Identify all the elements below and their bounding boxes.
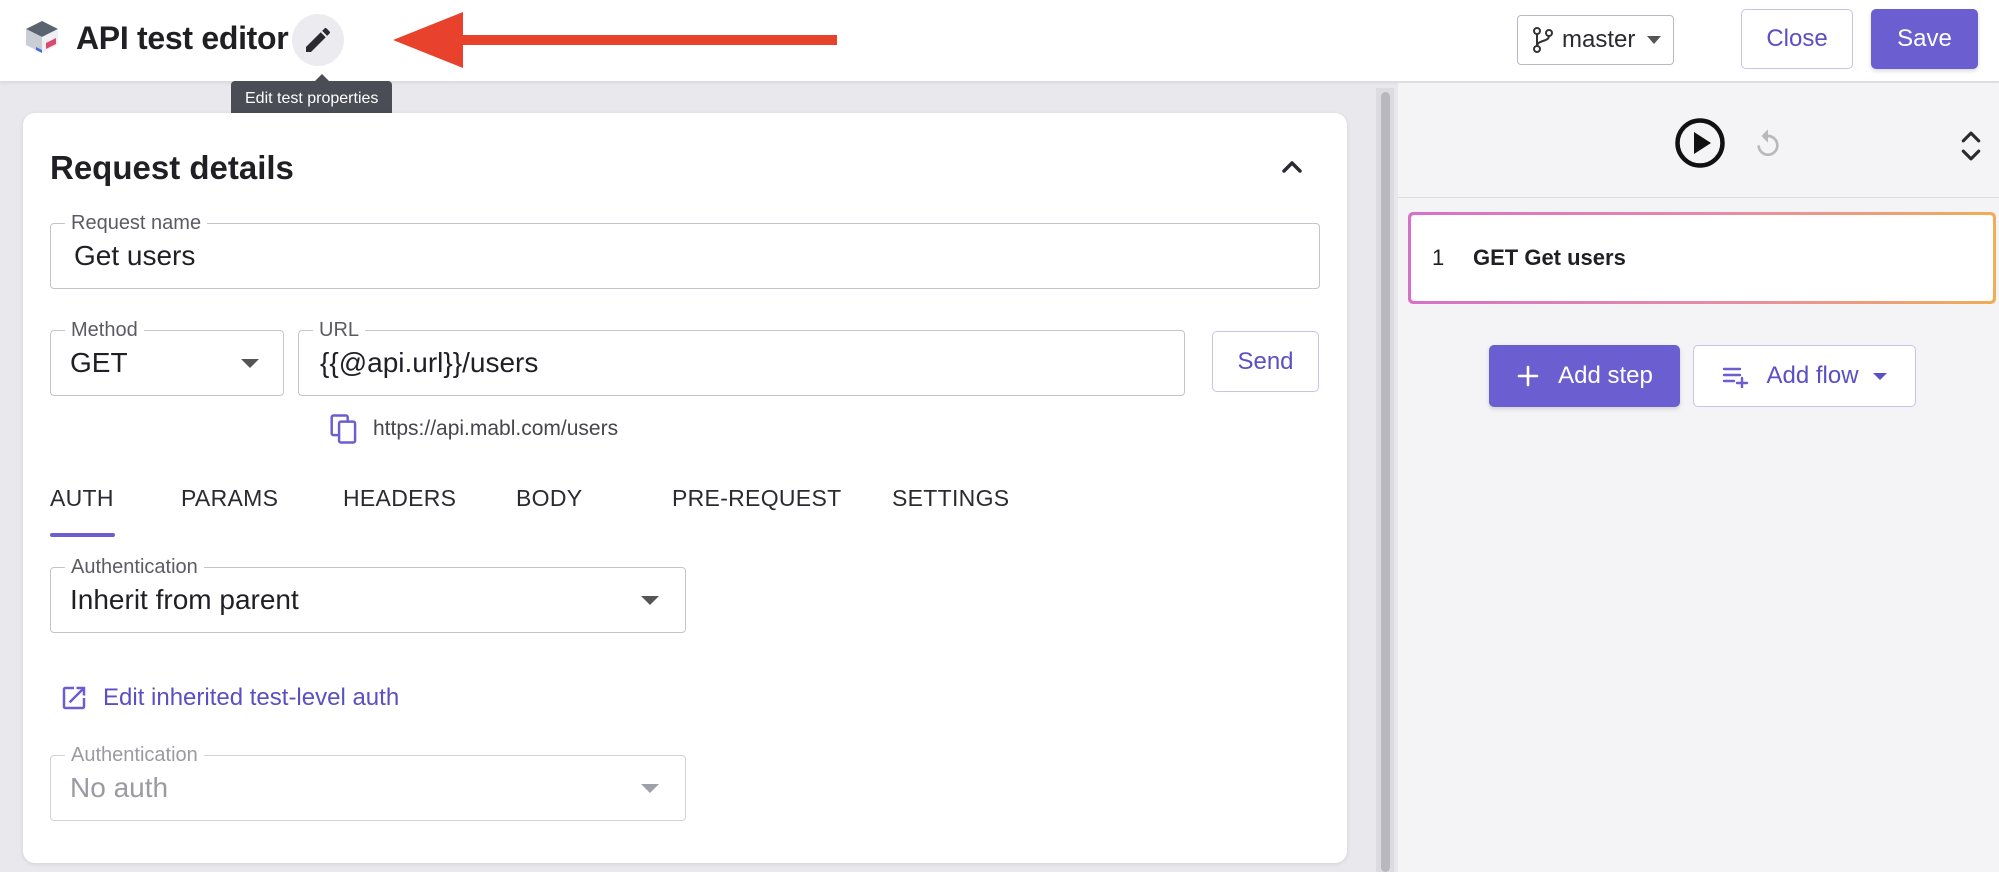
unfold-icon[interactable] [1955,128,1987,164]
open-in-new-icon [62,686,86,710]
request-details-card: Request details Request name Get users M… [23,113,1347,863]
mabl-logo-icon [26,21,58,53]
request-name-field[interactable]: Request name Get users [50,211,1320,289]
edit-properties-tooltip: Edit test properties [231,74,393,117]
authentication-value: Inherit from parent [70,584,299,615]
git-branch-icon [1533,27,1553,53]
plus-icon [1517,365,1539,387]
tab-body[interactable]: BODY [516,485,582,512]
chevron-down-icon [641,784,659,793]
chevron-down-icon [1872,372,1887,380]
tab-auth[interactable]: AUTH [50,485,114,512]
tab-pre-request[interactable]: PRE-REQUEST [672,485,841,512]
step-number: 1 [1432,245,1445,270]
authentication-select[interactable]: Authentication Inherit from parent [50,555,686,633]
pencil-icon [306,27,331,52]
panel-divider [1398,197,1999,198]
step-item-body: 1 GET Get users [1411,215,1993,301]
save-button[interactable]: Save [1871,9,1978,69]
resolved-url-row: https://api.mabl.com/users [329,413,618,445]
chevron-down-icon [641,596,659,605]
branch-name: master [1562,26,1636,53]
red-arrow-annotation [393,12,837,68]
method-select[interactable]: Method GET [50,318,284,396]
method-value: GET [70,347,128,378]
play-circle-icon[interactable] [1674,117,1726,169]
scrollbar-thumb[interactable] [1381,92,1390,872]
url-value: {{@api.url}}/users [320,347,539,378]
url-field[interactable]: URL {{@api.url}}/users [298,318,1185,396]
app-title: API test editor [76,20,289,56]
chevron-down-icon [1647,36,1661,44]
edit-inherited-auth-link[interactable]: Edit inherited test-level auth [59,683,399,713]
request-name-value: Get users [74,240,196,271]
close-button[interactable]: Close [1741,9,1853,69]
edit-test-properties-button[interactable] [292,14,344,66]
edit-inherited-auth-text: Edit inherited test-level auth [103,684,400,711]
resolved-url-text: https://api.mabl.com/users [373,417,619,440]
send-button[interactable]: Send [1212,331,1319,392]
add-step-button[interactable]: Add step [1489,345,1680,407]
active-tab-indicator [50,533,115,537]
tab-params[interactable]: PARAMS [181,485,278,512]
copy-icon[interactable] [329,413,359,445]
section-title: Request details [50,149,294,186]
steps-panel [1398,83,1999,872]
replay-icon[interactable] [1752,128,1784,160]
tab-settings[interactable]: SETTINGS [892,485,1009,512]
playlist-add-icon [1723,367,1749,388]
add-flow-button[interactable]: Add flow [1693,345,1916,407]
branch-selector[interactable]: master [1517,15,1674,65]
chevron-up-icon[interactable] [1276,151,1308,183]
add-step-label: Add step [1558,362,1653,389]
top-bar: API test editor master Close Save [0,0,1999,82]
add-flow-label: Add flow [1766,362,1859,389]
inherited-authentication-select: Authentication No auth [50,743,686,821]
step-item[interactable]: 1 GET Get users [1408,212,1996,304]
inherited-authentication-value: No auth [70,772,169,803]
tab-headers[interactable]: HEADERS [343,485,456,512]
chevron-down-icon [241,359,259,368]
step-label: GET Get users [1473,245,1626,270]
